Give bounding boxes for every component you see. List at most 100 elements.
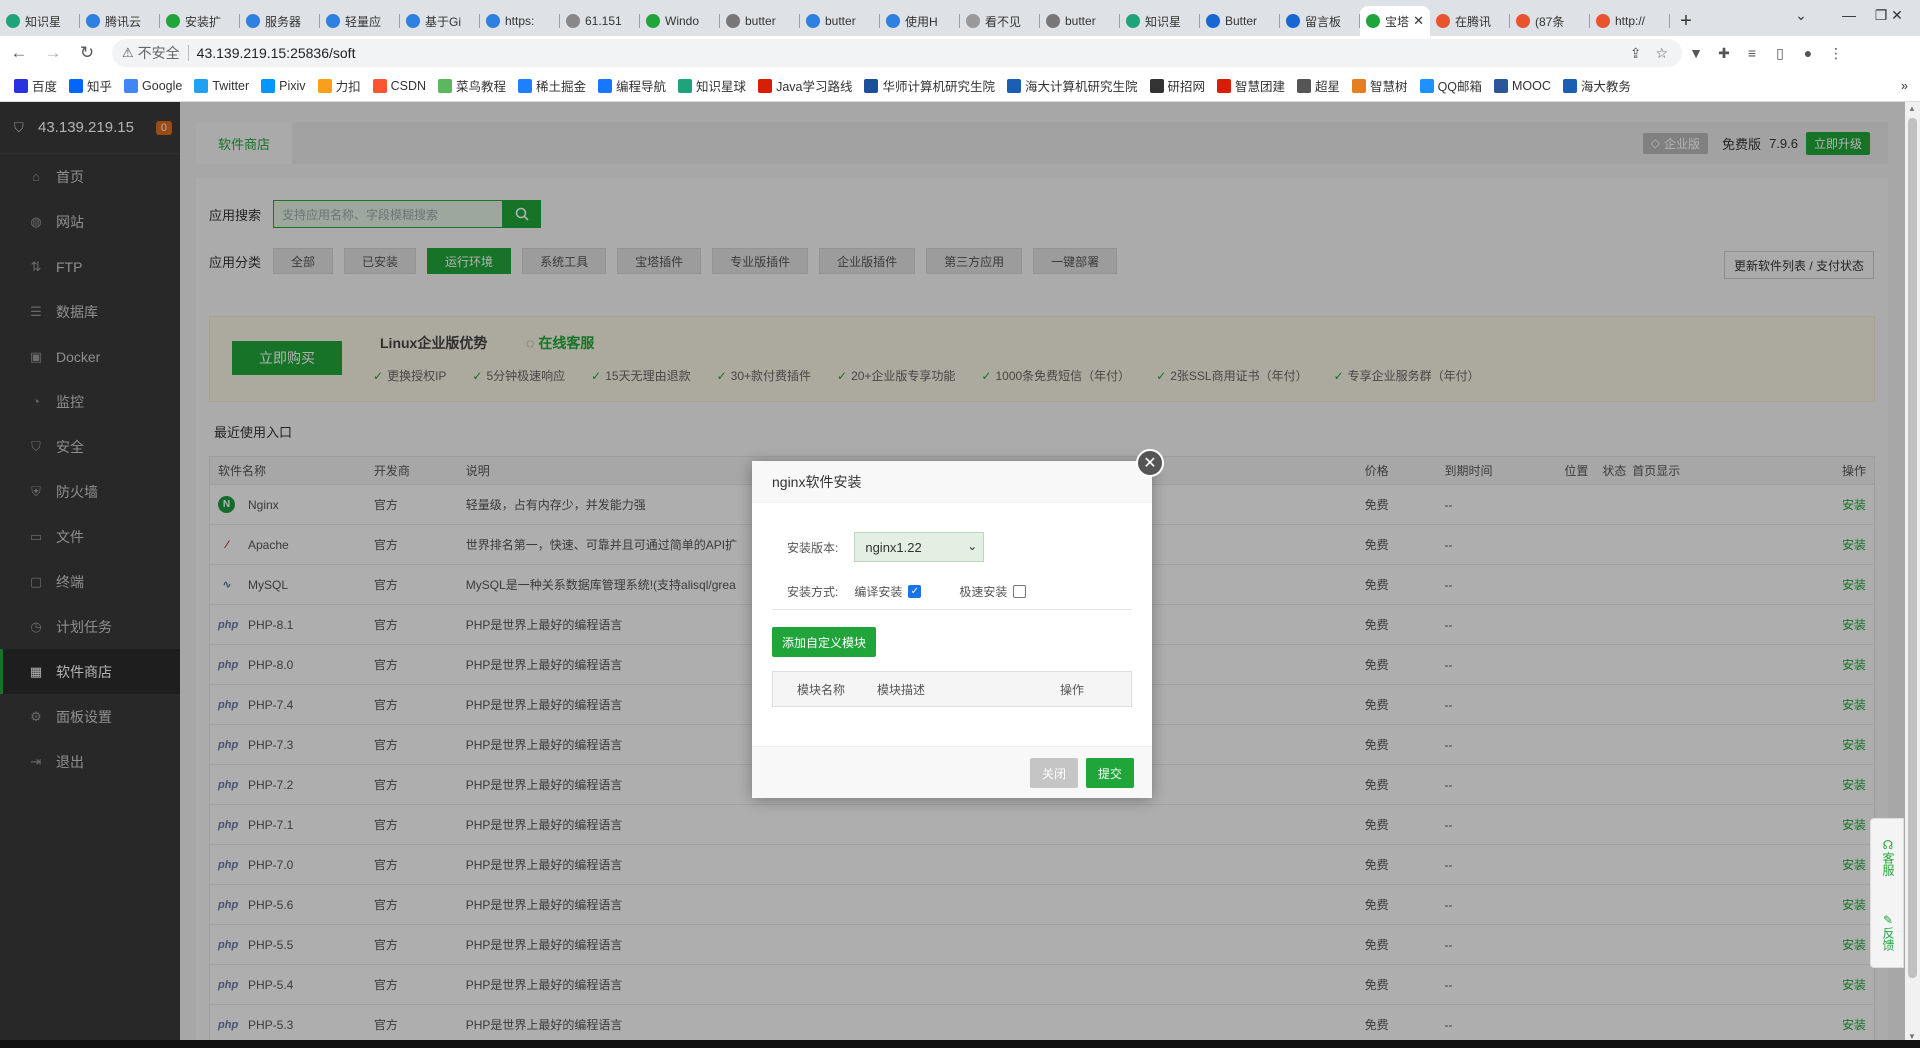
browser-tab[interactable]: butter <box>1040 6 1120 36</box>
bookmark-label: Java学习路线 <box>776 80 853 94</box>
browser-menu-icon[interactable]: ⋮ <box>1822 39 1850 67</box>
tab-favicon-icon <box>406 14 420 28</box>
fast-install-checkbox[interactable] <box>1013 585 1027 598</box>
extension-v-icon[interactable]: ▼ <box>1682 39 1710 67</box>
profile-avatar-icon[interactable]: ● <box>1794 39 1822 67</box>
browser-tab[interactable]: 服务器 <box>240 6 320 36</box>
browser-tab[interactable]: Windo <box>640 6 720 36</box>
bookmark-favicon-icon <box>1217 78 1232 93</box>
bookmark-item[interactable]: QQ邮箱 <box>1419 76 1482 95</box>
close-button[interactable]: 关闭 <box>1030 758 1078 788</box>
browser-tab[interactable]: http:// <box>1590 6 1670 36</box>
bookmark-item[interactable]: 华师计算机研究生院 <box>864 76 995 95</box>
bookmark-item[interactable]: 力扣 <box>317 76 361 95</box>
fast-install-label: 极速安装 <box>959 585 1008 599</box>
bookmark-item[interactable]: 知识星球 <box>678 76 746 95</box>
browser-tab[interactable]: 看不见 <box>960 6 1040 36</box>
bookmark-item[interactable]: Twitter <box>194 78 249 93</box>
bookmark-item[interactable]: 海大计算机研究生院 <box>1006 76 1138 95</box>
page-scrollbar[interactable]: ▲ ▼ <box>1905 102 1920 1048</box>
browser-tab[interactable]: (87条 <box>1510 6 1590 36</box>
module-name-header: 模块名称 <box>797 682 846 697</box>
bookmark-star-icon[interactable]: ☆ <box>1655 45 1668 62</box>
os-taskbar <box>0 1040 1920 1048</box>
bookmarks-bar: 百度 知乎 Google Twitter Pixiv 力扣 CSDN 菜鸟教程 稀土掘金 编程导航… <box>0 70 1920 102</box>
side-panel-icon[interactable]: ▯ <box>1766 39 1794 67</box>
bookmark-item[interactable]: 知乎 <box>69 76 112 95</box>
bookmark-item[interactable]: 稀土掘金 <box>518 76 586 95</box>
window-close-button[interactable]: ✕ <box>1874 0 1920 30</box>
bookmark-favicon-icon <box>598 78 613 93</box>
address-bar: ← → ↻ ⚠ 不安全 43.139.219.15:25836/soft ⇪ ☆… <box>0 36 1920 70</box>
browser-tab[interactable]: 知识星 <box>0 6 80 36</box>
bookmark-label: MOOC <box>1512 78 1551 93</box>
bookmark-item[interactable]: Java学习路线 <box>758 76 852 95</box>
reload-button[interactable]: ↻ <box>72 38 102 68</box>
browser-tab[interactable]: 轻量应 <box>320 6 400 36</box>
headset-icon: ☊ <box>1882 837 1894 852</box>
bookmarks-overflow-icon[interactable]: » <box>1901 79 1908 93</box>
compile-install-checkbox[interactable]: ✓ <box>908 585 922 598</box>
browser-tab[interactable]: 留言板 <box>1280 6 1360 36</box>
bookmark-label: Pixiv <box>279 78 306 93</box>
browser-tab[interactable]: 基于Gi <box>400 6 480 36</box>
warning-icon[interactable]: ⚠ <box>122 45 134 61</box>
submit-button[interactable]: 提交 <box>1086 758 1134 788</box>
bookmark-label: 百度 <box>32 80 58 94</box>
bookmark-item[interactable]: 海大教务 <box>1562 76 1631 95</box>
bookmark-label: 华师计算机研究生院 <box>882 80 995 94</box>
bookmark-item[interactable]: 智慧团建 <box>1217 76 1285 95</box>
bookmark-item[interactable]: 编程导航 <box>598 76 666 95</box>
browser-tab[interactable]: butter <box>720 6 800 36</box>
version-value: nginx1.22 <box>865 539 922 555</box>
browser-tab[interactable]: 知识星 <box>1120 6 1200 36</box>
add-custom-module-button[interactable]: 添加自定义模块 <box>772 627 877 657</box>
module-table-header: 模块名称 模块描述 操作 <box>773 672 1131 706</box>
scroll-up-icon[interactable]: ▲ <box>1908 104 1916 113</box>
bookmark-item[interactable]: 超星 <box>1297 76 1340 95</box>
dialog-close-icon[interactable]: ✕ <box>1136 449 1164 477</box>
bookmark-favicon-icon <box>1562 78 1577 93</box>
bookmark-item[interactable]: Google <box>124 78 182 93</box>
tab-favicon-icon <box>6 14 20 28</box>
omnibox[interactable]: ⚠ 不安全 43.139.219.15:25836/soft ⇪ ☆ <box>112 39 1682 67</box>
window-dropdown-icon[interactable]: ⌄ <box>1778 0 1824 30</box>
extensions-puzzle-icon[interactable]: ✚ <box>1710 39 1738 67</box>
browser-tab[interactable]: butter <box>800 6 880 36</box>
dialog-footer: 关闭 提交 <box>752 746 1152 798</box>
dialog-divider <box>772 609 1132 610</box>
version-select[interactable]: nginx1.22 ⌄ <box>854 532 985 562</box>
install-method-row: 安装方式: 编译安装 ✓ 极速安装 <box>787 583 1027 600</box>
bookmark-item[interactable]: 百度 <box>14 76 57 95</box>
bookmark-favicon-icon <box>261 78 276 93</box>
browser-tab[interactable]: https: <box>480 6 560 36</box>
tab-list: 知识星 腾讯云 安装扩 服务器 轻量应 基于Gi https: 61.151 Windo butt… <box>0 0 1670 36</box>
bookmark-item[interactable]: 菜鸟教程 <box>438 76 506 95</box>
tab-title: 基于Gi <box>425 14 462 29</box>
media-control-icon[interactable]: ≡ <box>1738 39 1766 67</box>
browser-tab[interactable]: 安装扩 <box>160 6 240 36</box>
back-button[interactable]: ← <box>4 38 34 68</box>
bookmark-item[interactable]: 研招网 <box>1149 76 1205 95</box>
browser-tab[interactable]: 腾讯云 <box>80 6 160 36</box>
tab-close-icon[interactable]: ✕ <box>1413 13 1424 29</box>
scrollbar-thumb[interactable] <box>1908 118 1917 978</box>
bookmark-favicon-icon <box>194 78 209 93</box>
bookmark-item[interactable]: 智慧树 <box>1352 76 1408 95</box>
customer-service-button[interactable]: ☊ 客服 <box>1871 819 1905 894</box>
bookmark-item[interactable]: Pixiv <box>261 78 306 93</box>
browser-tab[interactable]: 在腾讯 <box>1430 6 1510 36</box>
feedback-button[interactable]: ✎ 反馈 <box>1871 894 1905 969</box>
browser-tab[interactable]: 61.151 <box>560 6 640 36</box>
bookmark-item[interactable]: MOOC <box>1494 78 1551 93</box>
browser-tab[interactable]: Butter <box>1200 6 1280 36</box>
bookmark-item[interactable]: CSDN <box>372 78 426 93</box>
forward-button[interactable]: → <box>38 38 68 68</box>
compile-install-label: 编译安装 <box>854 585 903 599</box>
new-tab-button[interactable]: + <box>1670 6 1702 36</box>
bookmark-favicon-icon <box>518 78 533 93</box>
browser-tab[interactable]: 使用H <box>880 6 960 36</box>
browser-tab-active[interactable]: 宝塔 ✕ <box>1360 6 1430 36</box>
share-icon[interactable]: ⇪ <box>1630 45 1642 62</box>
dialog-title: nginx软件安装 <box>752 461 1152 503</box>
